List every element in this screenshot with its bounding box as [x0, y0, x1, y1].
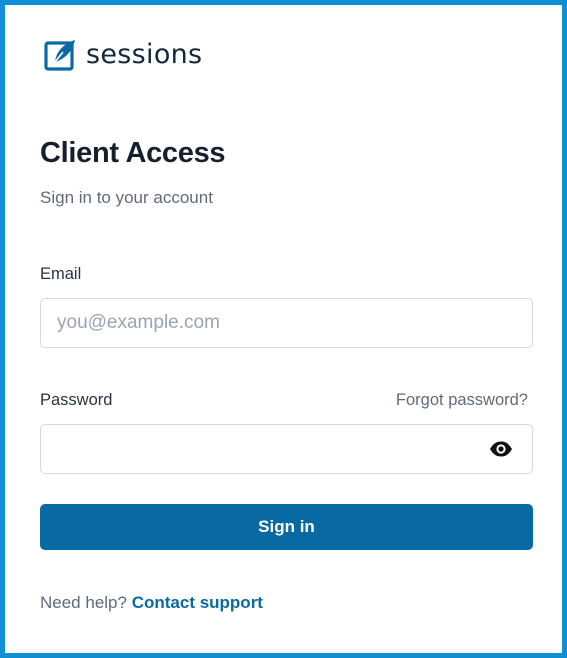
forgot-password-link[interactable]: Forgot password?	[396, 391, 528, 410]
page-title: Client Access	[40, 137, 226, 169]
show-password-toggle[interactable]	[488, 436, 514, 462]
email-field[interactable]	[40, 298, 533, 348]
help-row: Need help? Contact support	[40, 593, 263, 613]
help-text: Need help?	[40, 593, 127, 612]
contact-support-link[interactable]: Contact support	[132, 593, 263, 612]
password-field[interactable]	[40, 424, 533, 474]
email-label: Email	[40, 265, 82, 283]
eye-icon	[490, 441, 512, 457]
sign-in-button[interactable]: Sign in	[40, 504, 533, 550]
feather-checkbox-icon	[44, 40, 75, 71]
brand-name: sessions	[86, 39, 203, 70]
page-subtitle: Sign in to your account	[40, 188, 213, 207]
password-label: Password	[40, 391, 113, 409]
brand-logo: sessions	[43, 38, 202, 72]
